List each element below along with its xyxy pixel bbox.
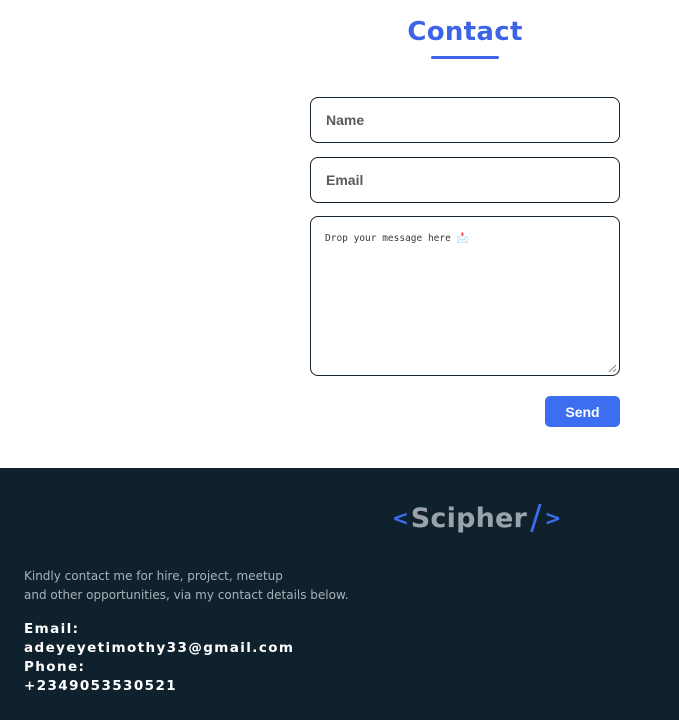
email-label: Email: [24, 621, 80, 637]
name-input[interactable] [310, 97, 620, 143]
footer-description-line: Kindly contact me for hire, project, mee… [24, 569, 283, 583]
site-logo[interactable]: < Scipher / > [392, 498, 561, 538]
footer: < Scipher / > Kindly contact me for hire… [0, 468, 679, 720]
logo-slash: / [530, 498, 542, 538]
footer-description: Kindly contact me for hire, project, mee… [24, 567, 424, 605]
logo-open-bracket: < [392, 506, 409, 530]
message-textarea[interactable] [310, 216, 620, 376]
resize-grip-icon[interactable] [608, 364, 617, 373]
title-underline [431, 56, 499, 59]
logo-name: Scipher [410, 502, 528, 534]
contact-title: Contact [407, 17, 523, 47]
email-value[interactable]: adeyeyetimothy33@gmail.com [24, 639, 294, 658]
footer-description-line: and other opportunities, via my contact … [24, 588, 349, 602]
contact-details: Email: adeyeyetimothy33@gmail.com Phone:… [24, 620, 294, 696]
contact-section: Contact Send [0, 0, 679, 468]
phone-label: Phone: [24, 659, 86, 675]
phone-value[interactable]: +2349053530521 [24, 677, 294, 696]
send-button[interactable]: Send [545, 396, 620, 427]
email-input[interactable] [310, 157, 620, 203]
logo-close-bracket: > [544, 506, 562, 530]
